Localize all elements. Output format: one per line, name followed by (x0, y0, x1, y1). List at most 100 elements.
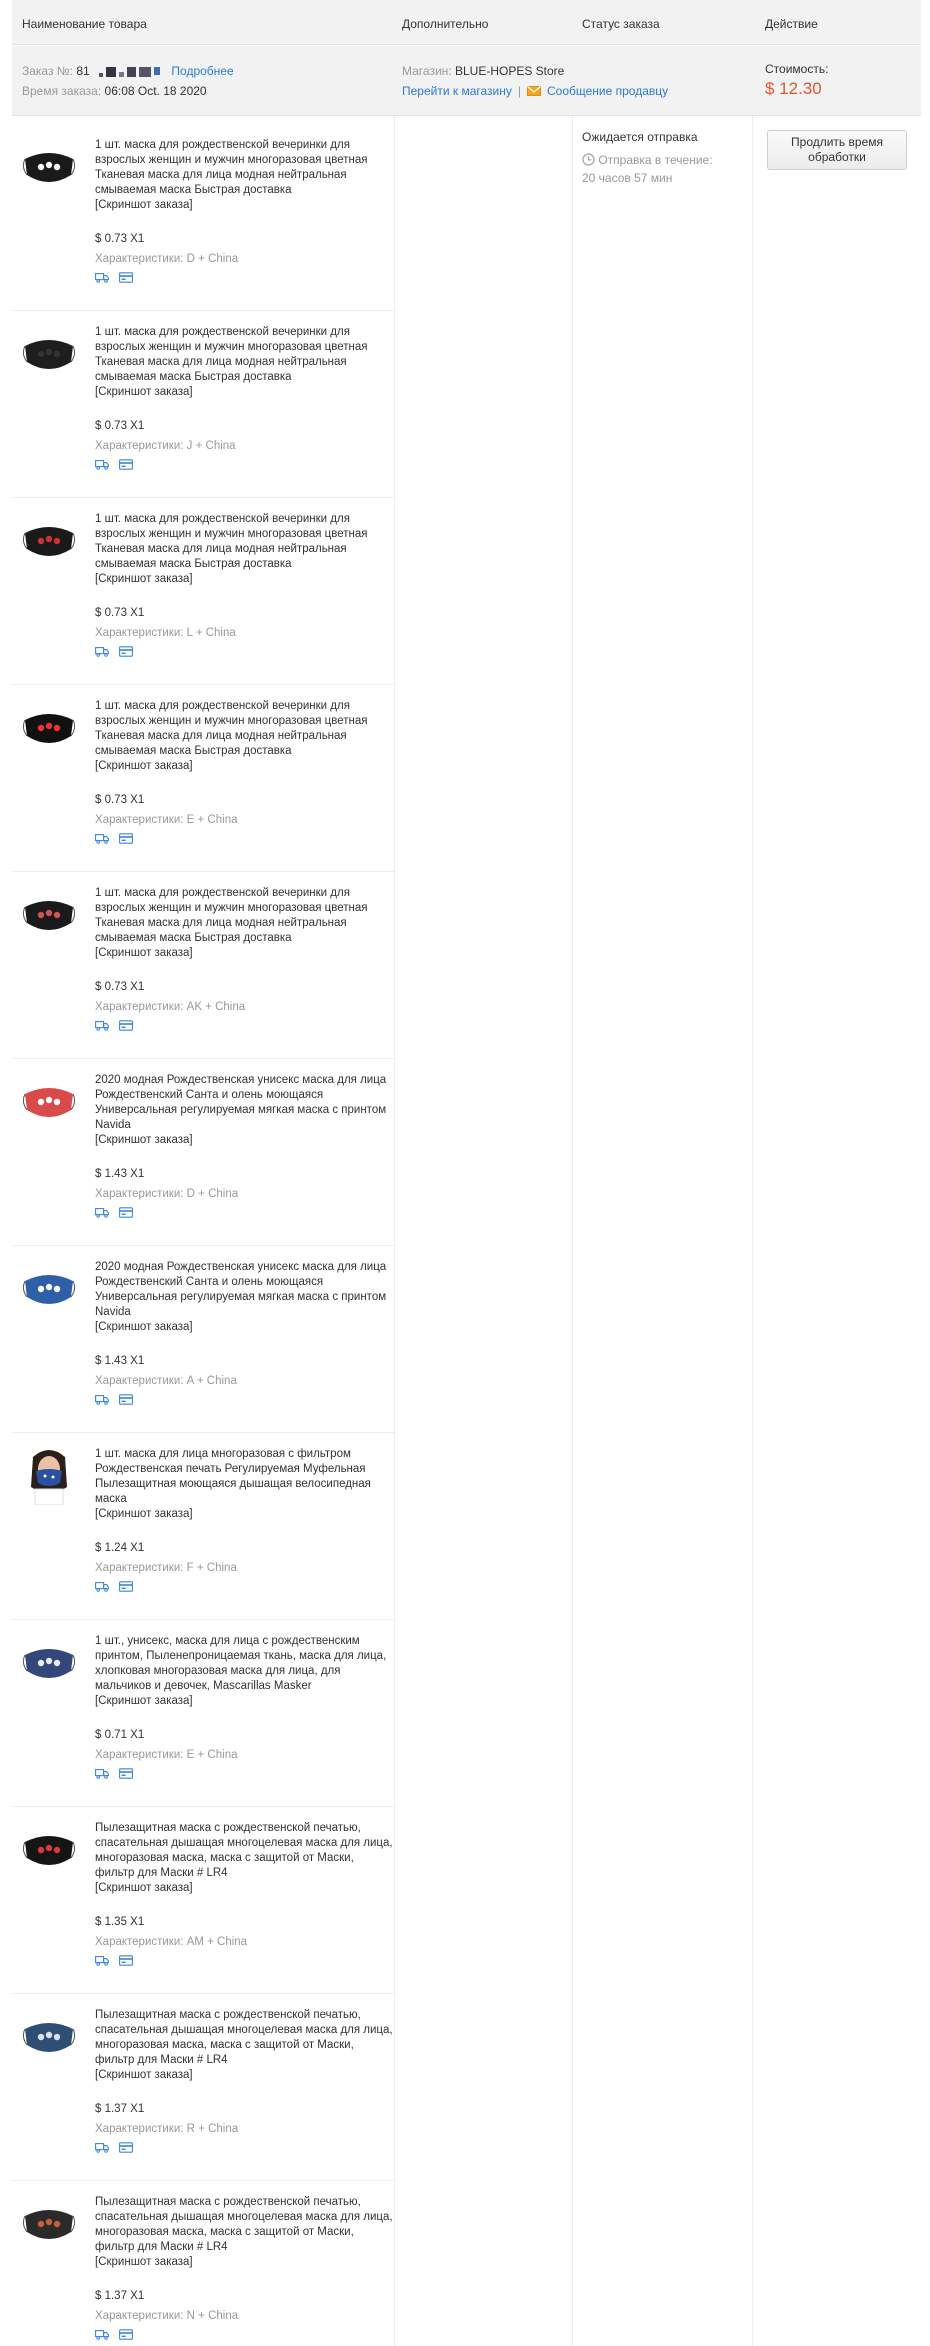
order-details-link[interactable]: Подробнее (171, 64, 233, 78)
order-time-label: Время заказа: (22, 84, 102, 98)
payment-card-icon[interactable] (119, 272, 133, 286)
order-item-row: 1 шт. маска для рождественской вечеринки… (12, 311, 394, 498)
order-snapshot-link[interactable]: [Скриншот заказа] (95, 2255, 393, 2270)
order-item-row: 1 шт. маска для рождественской вечеринки… (12, 498, 394, 685)
product-properties: Характеристики: J + China (95, 440, 236, 452)
cost-label: Стоимость: (765, 62, 829, 76)
product-title-block: 1 шт. маска для рождественской вечеринки… (95, 325, 393, 400)
table-header: Наименование товара Дополнительно Статус… (12, 0, 921, 45)
link-separator: | (517, 84, 521, 98)
order-info-row: Заказ №: 81 Подробнее Время заказа: 06:0… (12, 46, 921, 116)
product-action-icons (95, 459, 133, 473)
product-properties: Характеристики: AK + China (95, 1001, 246, 1013)
product-thumbnail[interactable] (20, 699, 78, 757)
order-snapshot-link[interactable]: [Скриншот заказа] (95, 2068, 393, 2083)
product-title-link[interactable]: Пылезащитная маска с рождественской печа… (95, 2196, 393, 2253)
order-snapshot-link[interactable]: [Скриншот заказа] (95, 946, 393, 961)
payment-card-icon[interactable] (119, 1955, 133, 1969)
product-title-link[interactable]: Пылезащитная маска с рождественской печа… (95, 1822, 393, 1879)
delivery-truck-icon[interactable] (95, 1207, 109, 1221)
delivery-truck-icon[interactable] (95, 1020, 109, 1034)
delivery-truck-icon[interactable] (95, 1955, 109, 1969)
col-header-extra: Дополнительно (402, 17, 489, 31)
product-price: $ 1.43 X1 (95, 1168, 145, 1180)
product-price: $ 1.37 X1 (95, 2290, 145, 2302)
order-number-label: Заказ №: (22, 64, 74, 78)
delivery-truck-icon[interactable] (95, 646, 109, 660)
order-snapshot-link[interactable]: [Скриншот заказа] (95, 759, 393, 774)
product-thumbnail[interactable] (20, 1447, 78, 1505)
envelope-icon (527, 86, 541, 96)
payment-card-icon[interactable] (119, 1394, 133, 1408)
goto-store-link[interactable]: Перейти к магазину (402, 84, 512, 98)
product-thumbnail[interactable] (20, 138, 78, 196)
payment-card-icon[interactable] (119, 833, 133, 847)
delivery-truck-icon[interactable] (95, 272, 109, 286)
order-snapshot-link[interactable]: [Скриншот заказа] (95, 1694, 393, 1709)
order-snapshot-link[interactable]: [Скриншот заказа] (95, 1320, 393, 1335)
col-header-name: Наименование товара (22, 17, 147, 31)
product-title-link[interactable]: 1 шт. маска для рождественской вечеринки… (95, 700, 367, 757)
order-item-row: Пылезащитная маска с рождественской печа… (12, 1807, 394, 1994)
payment-card-icon[interactable] (119, 2142, 133, 2156)
extend-processing-time-button[interactable]: Продлить время обработки (767, 130, 907, 170)
product-price: $ 0.73 X1 (95, 420, 145, 432)
order-snapshot-link[interactable]: [Скриншот заказа] (95, 572, 393, 587)
product-price: $ 1.24 X1 (95, 1542, 145, 1554)
product-title-link[interactable]: 1 шт. маска для рождественской вечеринки… (95, 887, 367, 944)
product-properties: Характеристики: AM + China (95, 1936, 248, 1948)
product-thumbnail[interactable] (20, 512, 78, 570)
order-snapshot-link[interactable]: [Скриншот заказа] (95, 1881, 393, 1896)
payment-card-icon[interactable] (119, 1207, 133, 1221)
product-properties: Характеристики: E + China (95, 1749, 238, 1761)
product-thumbnail[interactable] (20, 1073, 78, 1131)
product-title-block: 1 шт. маска для рождественской вечеринки… (95, 512, 393, 587)
product-title-block: 2020 модная Рождественская унисекс маска… (95, 1073, 393, 1148)
delivery-truck-icon[interactable] (95, 1768, 109, 1782)
product-title-block: 1 шт. маска для рождественской вечеринки… (95, 886, 393, 961)
product-thumbnail[interactable] (20, 886, 78, 944)
payment-card-icon[interactable] (119, 1020, 133, 1034)
message-seller-link[interactable]: Сообщение продавцу (547, 84, 668, 98)
product-title-link[interactable]: 1 шт. маска для лица многоразовая с филь… (95, 1448, 371, 1505)
product-title-block: Пылезащитная маска с рождественской печа… (95, 1821, 393, 1896)
payment-card-icon[interactable] (119, 646, 133, 660)
order-snapshot-link[interactable]: [Скриншот заказа] (95, 1507, 393, 1522)
product-title-link[interactable]: 1 шт. маска для рождественской вечеринки… (95, 139, 367, 196)
order-item-row: 2020 модная Рождественская унисекс маска… (12, 1246, 394, 1433)
delivery-truck-icon[interactable] (95, 1394, 109, 1408)
order-snapshot-link[interactable]: [Скриншот заказа] (95, 198, 393, 213)
product-title-link[interactable]: 1 шт., унисекс, маска для лица с рождест… (95, 1635, 386, 1692)
product-title-link[interactable]: 1 шт. маска для рождественской вечеринки… (95, 513, 367, 570)
product-title-link[interactable]: 1 шт. маска для рождественской вечеринки… (95, 326, 367, 383)
product-title-link[interactable]: Пылезащитная маска с рождественской печа… (95, 2009, 393, 2066)
payment-card-icon[interactable] (119, 1768, 133, 1782)
product-action-icons (95, 2142, 133, 2156)
payment-card-icon[interactable] (119, 2329, 133, 2343)
product-thumbnail[interactable] (20, 2008, 78, 2066)
product-thumbnail[interactable] (20, 2195, 78, 2253)
order-snapshot-link[interactable]: [Скриншот заказа] (95, 1133, 393, 1148)
delivery-truck-icon[interactable] (95, 2142, 109, 2156)
product-title-link[interactable]: 2020 модная Рождественская унисекс маска… (95, 1074, 386, 1131)
order-snapshot-link[interactable]: [Скриншот заказа] (95, 385, 393, 400)
store-name: BLUE-HOPES Store (454, 64, 565, 78)
product-properties: Характеристики: L + China (95, 627, 236, 639)
product-action-icons (95, 272, 133, 286)
delivery-truck-icon[interactable] (95, 1581, 109, 1595)
product-thumbnail[interactable] (20, 325, 78, 383)
product-properties: Характеристики: E + China (95, 814, 238, 826)
payment-card-icon[interactable] (119, 459, 133, 473)
delivery-truck-icon[interactable] (95, 2329, 109, 2343)
product-title-block: 2020 модная Рождественская унисекс маска… (95, 1260, 393, 1335)
delivery-truck-icon[interactable] (95, 833, 109, 847)
product-thumbnail[interactable] (20, 1634, 78, 1692)
product-action-icons (95, 1955, 133, 1969)
product-thumbnail[interactable] (20, 1821, 78, 1879)
delivery-truck-icon[interactable] (95, 459, 109, 473)
payment-card-icon[interactable] (119, 1581, 133, 1595)
product-title-link[interactable]: 2020 модная Рождественская унисекс маска… (95, 1261, 386, 1318)
product-properties: Характеристики: D + China (95, 1188, 239, 1200)
product-thumbnail[interactable] (20, 1260, 78, 1318)
order-number: 81 (76, 64, 90, 78)
